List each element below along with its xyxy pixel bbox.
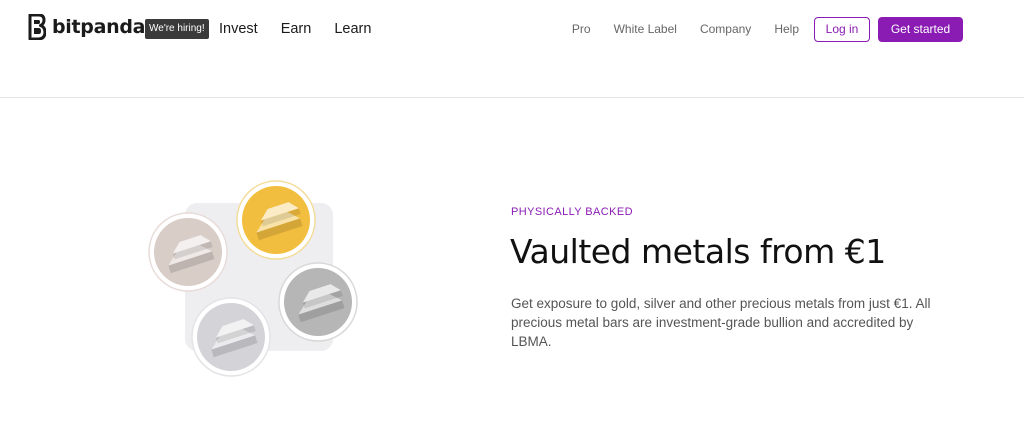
nav-item-pro[interactable]: Pro bbox=[572, 19, 591, 39]
platinum-coin-icon bbox=[278, 262, 358, 342]
metals-illustration bbox=[148, 180, 358, 377]
rose-coin-icon bbox=[148, 212, 228, 292]
nav-item-white-label[interactable]: White Label bbox=[614, 19, 677, 39]
nav-item-company[interactable]: Company bbox=[700, 19, 751, 39]
logo-text: bitpanda bbox=[52, 16, 146, 38]
gold-coin-icon bbox=[236, 180, 316, 260]
bitpanda-logo[interactable]: bitpanda bbox=[28, 14, 145, 40]
hero-eyebrow: PHYSICALLY BACKED bbox=[511, 206, 633, 218]
secondary-nav: Pro White Label Company Help bbox=[572, 19, 799, 39]
bitpanda-logo-icon bbox=[28, 14, 46, 40]
nav-item-earn[interactable]: Earn bbox=[281, 19, 312, 39]
hero-title: Vaulted metals from €1 bbox=[510, 232, 886, 271]
hero-description: Get exposure to gold, silver and other p… bbox=[511, 296, 931, 349]
main-nav: Invest Earn Learn bbox=[219, 19, 371, 39]
silver-coin-icon bbox=[191, 297, 271, 377]
nav-item-invest[interactable]: Invest bbox=[219, 19, 258, 39]
site-header: bitpanda We're hiring! Invest Earn Learn… bbox=[0, 0, 1024, 98]
hiring-badge[interactable]: We're hiring! bbox=[145, 19, 209, 39]
nav-item-learn[interactable]: Learn bbox=[334, 19, 371, 39]
nav-item-help[interactable]: Help bbox=[774, 19, 799, 39]
login-button[interactable]: Log in bbox=[814, 17, 870, 42]
get-started-button[interactable]: Get started bbox=[878, 17, 963, 42]
